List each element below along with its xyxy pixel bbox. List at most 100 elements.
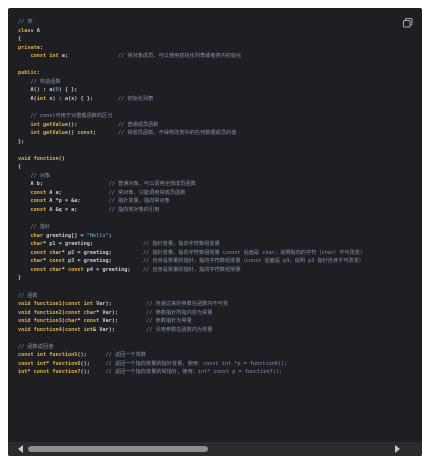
code-token: class <box>18 27 34 34</box>
code-text: // 类 class A { private: const int a; // … <box>18 18 365 377</box>
code-token: } <box>18 275 22 282</box>
code-token: A *p = &a; <box>46 198 81 205</box>
code-line: char* p1 = greeting; // 指针变量，指向字符数组变量 <box>18 241 220 247</box>
code-token: : <box>39 44 43 51</box>
code-token: p4 = greeting; <box>83 266 131 273</box>
copy-icon[interactable] <box>402 16 414 28</box>
code-token: // 对象 <box>18 172 51 179</box>
code-line: // 构造函数 <box>18 79 60 85</box>
code-token: void <box>18 301 31 308</box>
code-line: // 对象 <box>18 173 50 179</box>
code-token: int <box>36 95 47 102</box>
code-token: const <box>30 189 47 196</box>
code-token: * Var); <box>96 309 118 316</box>
scroll-right-arrow-icon[interactable] <box>395 445 400 453</box>
code-token: const <box>83 318 100 325</box>
code-token: char <box>30 241 44 248</box>
code-token: // 常对象成员，可以使用初始化列表或者类内初始化 <box>67 53 242 60</box>
code-token: // 初始化列表 <box>92 95 154 102</box>
code-token: function7 <box>52 369 81 376</box>
code-token: void <box>18 155 31 162</box>
code-line: { <box>18 36 21 42</box>
code-token: A &q = a; <box>46 207 78 214</box>
code-token: const int <box>30 53 59 60</box>
code-token: void <box>18 318 31 325</box>
code-token: }; <box>18 138 25 145</box>
code-token: const char <box>30 266 62 273</box>
code-token: void <box>18 326 31 333</box>
code-token: private <box>18 44 40 51</box>
code-token: function5 <box>49 352 78 359</box>
code-line: private: <box>18 45 43 51</box>
code-line: const int* function6(); // 返回一个指向常量的指针变量… <box>18 361 287 367</box>
code-token: const int <box>64 326 93 333</box>
scroll-thumb[interactable] <box>28 446 208 452</box>
code-token: const int <box>18 352 47 359</box>
code-token: * p2 = greeting; <box>61 249 112 256</box>
code-token: const int <box>64 301 93 308</box>
code-line: void function4(const int& Var); // 引用参数在… <box>18 327 213 333</box>
code-token: const <box>30 207 47 214</box>
code-token: function6 <box>52 360 81 367</box>
code-line: { <box>18 164 21 170</box>
code-token: const char <box>64 309 97 316</box>
code-line: const int a; // 常对象成员，可以使用初始化列表或者类内初始化 <box>18 53 242 60</box>
code-line: const char* p2 = greeting; // 指针变量，指向字符数… <box>18 249 366 256</box>
code-line: const A *p = &a; // 指针变量，指向常对象 <box>18 198 170 204</box>
code-token: greeting[] = <box>43 232 87 239</box>
code-line: } <box>18 275 21 281</box>
code-line: // 函数返回值 <box>18 344 53 350</box>
code-token: // 返回一个指向常量的指针变量，使用：const int *p = funct… <box>89 360 288 367</box>
code-token: // 指针变量，指向字符数组变量 <box>92 241 220 248</box>
code-token: (); <box>77 352 87 359</box>
code-token: const <box>30 198 47 205</box>
code-token: : <box>36 70 40 77</box>
code-token: // 普通成员函数 <box>77 121 159 128</box>
code-line: int getValue(); // 普通成员函数 <box>18 121 159 128</box>
code-line: void function() <box>18 156 65 162</box>
code-token: function <box>33 155 59 162</box>
code-token: // 普通对象，可以调用全部成员函数 <box>43 181 196 188</box>
code-token: A( <box>18 95 37 102</box>
scroll-track[interactable] <box>28 446 388 452</box>
code-token: public <box>18 70 37 77</box>
code-token: () <box>58 155 65 162</box>
code-line: // const可用于对重载函数的区分 <box>18 113 113 120</box>
code-token: ; <box>108 232 112 239</box>
horizontal-scrollbar[interactable] <box>8 442 422 456</box>
code-token: const <box>67 266 84 273</box>
code-token: // 类 <box>18 19 33 25</box>
code-token: function1 <box>33 301 62 308</box>
code-token: const char <box>30 249 62 256</box>
code-token: * p1 = greeting; <box>43 241 93 248</box>
code-token: // 引用参数在函数内为常量 <box>114 326 213 333</box>
code-token: // const可用于对重载函数的区分 <box>18 113 113 120</box>
code-line: char* const p3 = greeting; // 自身是常量的指针，指… <box>18 258 365 265</box>
code-token: // 返回一个常数 <box>86 352 146 359</box>
code-token: x) : a(x) { }; <box>46 95 93 102</box>
code-block: // 类 class A { private: const int a; // … <box>8 8 422 456</box>
code-line: char greeting[] = "Hello"; <box>18 233 112 239</box>
code-token: int <box>30 130 40 137</box>
code-token: // 自身是常量的指针，指向字符数组常量 <box>130 266 241 273</box>
code-line: const A a; // 常对象，只能调用常成员函数 <box>18 189 186 196</box>
code-line: // 指针 <box>18 224 50 230</box>
code-token: p3 = greeting; <box>64 258 112 265</box>
code-line: void function2(const char* Var); // 参数指针… <box>18 310 213 316</box>
code-token: // 指针变量，指向常对象 <box>80 198 170 205</box>
scroll-left-arrow-icon[interactable] <box>18 445 23 453</box>
code-token: const int <box>18 360 47 367</box>
code-token: // 函数返回值 <box>18 343 54 350</box>
code-token: // 自身是常量的指针，指向字符数组变量（const 后面是 p3，说明 p3 … <box>111 258 365 265</box>
code-line: A() : a(0) { }; <box>18 87 77 93</box>
code-token: (); <box>80 369 90 376</box>
code-token: int <box>18 369 28 376</box>
